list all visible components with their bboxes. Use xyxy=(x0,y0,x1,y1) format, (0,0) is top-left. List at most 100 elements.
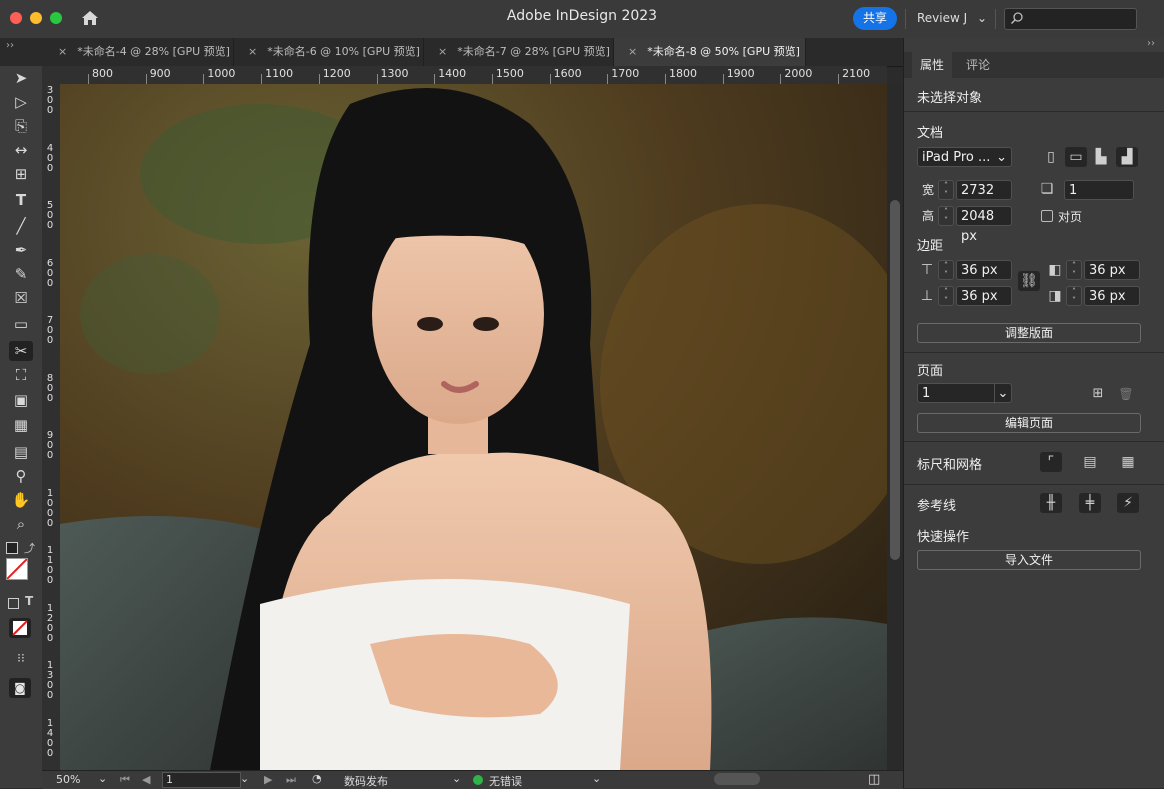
show-guides-icon[interactable]: ╫ xyxy=(1040,493,1062,513)
gradient-feather-tool-icon[interactable]: ▦ xyxy=(9,415,33,435)
expand-toolbar-icon[interactable]: ›› xyxy=(6,40,14,51)
ruler-tick xyxy=(434,74,436,84)
next-page-icon[interactable]: ▶ xyxy=(264,773,272,786)
eyedropper-tool-icon[interactable]: ⚲ xyxy=(9,466,33,486)
horizontal-scroll-thumb[interactable] xyxy=(714,773,760,785)
apply-none-icon[interactable] xyxy=(9,618,31,638)
swap-colors-icon[interactable]: ⤴ xyxy=(24,540,35,556)
close-tab-icon[interactable]: × xyxy=(58,45,67,58)
chevron-down-icon[interactable]: ⌄ xyxy=(592,772,601,785)
document-canvas[interactable] xyxy=(60,84,887,770)
width-field[interactable]: 2732 px xyxy=(956,180,1012,218)
direct-selection-tool-icon[interactable]: ▷ xyxy=(9,92,33,112)
formatting-container-icon[interactable] xyxy=(8,598,19,609)
previous-page-icon[interactable]: ◀ xyxy=(142,773,150,786)
divider xyxy=(995,9,996,29)
margin-bottom-field[interactable]: 36 px xyxy=(956,286,1012,306)
margin-outside-stepper[interactable]: ˄ ˅ xyxy=(1066,286,1082,306)
formatting-text-icon[interactable]: T xyxy=(25,594,33,608)
tab-untitled-6[interactable]: × *未命名-6 @ 10% [GPU 预览] xyxy=(234,38,424,66)
zoom-tool-icon[interactable]: ⌕ xyxy=(9,514,33,534)
chevron-down-icon[interactable]: ⌄ xyxy=(98,772,107,785)
close-tab-icon[interactable]: × xyxy=(438,45,447,58)
rectangle-frame-tool-icon[interactable]: ☒ xyxy=(9,288,33,308)
gap-tool-icon[interactable]: ↔ xyxy=(9,140,33,160)
horizontal-ruler[interactable]: 800 900 1000 1100 1200 1300 1400 1500 1600 1700 18… xyxy=(42,66,887,85)
tab-untitled-7[interactable]: × *未命名-7 @ 28% [GPU 预览] xyxy=(424,38,614,66)
margin-inside-field[interactable]: 36 px xyxy=(1084,260,1140,280)
link-margins-icon[interactable]: ⛓ xyxy=(1018,271,1040,291)
add-page-icon[interactable]: ⊞ xyxy=(1087,384,1109,404)
tab-untitled-8[interactable]: × *未命名-8 @ 50% [GPU 预览] xyxy=(614,38,806,66)
height-field[interactable]: 2048 px xyxy=(956,206,1012,244)
line-tool-icon[interactable]: ╱ xyxy=(9,216,33,236)
pen-tool-icon[interactable]: ✒ xyxy=(9,240,33,260)
document-grid-icon[interactable]: ▦ xyxy=(1117,452,1139,472)
default-colors-icon[interactable] xyxy=(6,542,18,554)
import-file-button[interactable]: 导入文件 xyxy=(917,550,1141,570)
free-transform-tool-icon[interactable]: ⛶ xyxy=(9,365,33,385)
last-page-icon[interactable]: ⏭ xyxy=(286,773,296,787)
divider xyxy=(904,352,1164,353)
ruler-toggle-icon[interactable]: ⌜ xyxy=(1040,452,1062,472)
screen-mode-icon[interactable]: ⁝⁝ xyxy=(9,648,33,668)
share-button[interactable]: 共享 xyxy=(853,7,897,30)
height-stepper[interactable]: ˄ ˅ xyxy=(938,206,954,226)
adjust-layout-button[interactable]: 调整版面 xyxy=(917,323,1141,343)
facing-pages-checkbox[interactable] xyxy=(1041,210,1053,222)
hand-tool-icon[interactable]: ✋ xyxy=(9,490,33,510)
selection-tool-icon[interactable]: ➤ xyxy=(9,68,33,88)
zoom-level[interactable]: 50% xyxy=(56,773,80,786)
chevron-down-icon[interactable]: ⌄ xyxy=(240,772,249,785)
fill-swatch[interactable] xyxy=(6,558,28,580)
scissors-tool-icon[interactable]: ✂ xyxy=(9,341,33,361)
open-page-icon[interactable]: ◔ xyxy=(312,772,322,785)
page-tool-icon[interactable]: ⎘ xyxy=(9,116,33,136)
ruler-label: 1100 xyxy=(46,545,54,586)
margin-inside-stepper[interactable]: ˄ ˅ xyxy=(1066,260,1082,280)
width-stepper[interactable]: ˄ ˅ xyxy=(938,180,954,200)
preview-mode-icon[interactable]: ◙ xyxy=(9,678,31,698)
binding-right-icon[interactable]: ▟ xyxy=(1116,147,1138,167)
review-menu[interactable]: Review J ⌄ xyxy=(917,11,987,25)
page-select[interactable]: 1 ⌄ xyxy=(917,383,1012,404)
vertical-ruler[interactable]: 300 400 500 600 700 800 900 1000 1100 1200 1300 140… xyxy=(42,84,61,770)
split-view-icon[interactable]: ◫ xyxy=(868,772,880,787)
pages-count-field[interactable]: 1 xyxy=(1064,180,1134,200)
title-bar: Adobe InDesign 2023 共享 Review J ⌄ xyxy=(0,0,1164,39)
ruler-label: 1500 xyxy=(495,67,524,80)
margin-outside-field[interactable]: 36 px xyxy=(1084,286,1140,306)
binding-left-icon[interactable]: ▙ xyxy=(1090,147,1112,167)
margin-top-stepper[interactable]: ˄ ˅ xyxy=(938,260,954,280)
first-page-icon[interactable]: ⏮ xyxy=(120,773,130,787)
edit-page-button[interactable]: 编辑页面 xyxy=(917,413,1141,433)
margin-bottom-stepper[interactable]: ˄ ˅ xyxy=(938,286,954,306)
type-tool-icon[interactable]: T xyxy=(9,190,33,210)
preflight-profile[interactable]: 数码发布 xyxy=(344,773,388,789)
chevron-down-icon[interactable]: ⌄ xyxy=(452,772,461,785)
tab-properties[interactable]: 属性 xyxy=(912,52,952,78)
orientation-landscape-icon[interactable]: ▭ xyxy=(1065,147,1087,167)
gradient-swatch-tool-icon[interactable]: ▣ xyxy=(9,390,33,410)
tab-comments[interactable]: 评论 xyxy=(958,52,998,78)
content-collector-icon[interactable]: ⊞ xyxy=(9,164,33,184)
page-number-field[interactable]: 1 xyxy=(162,772,241,788)
vertical-scroll-thumb[interactable] xyxy=(890,200,900,560)
margin-top-icon: ⊤ xyxy=(920,262,934,278)
tab-untitled-4[interactable]: × *未命名-4 @ 28% [GPU 预览] xyxy=(44,38,234,66)
collapse-panel-icon[interactable]: ›› xyxy=(1147,38,1155,49)
note-tool-icon[interactable]: ▤ xyxy=(9,442,33,462)
orientation-portrait-icon[interactable]: ▯ xyxy=(1040,147,1062,167)
guides-heading: 参考线 xyxy=(917,499,957,514)
search-input[interactable] xyxy=(1004,8,1137,30)
rectangle-tool-icon[interactable]: ▭ xyxy=(9,314,33,334)
delete-page-icon[interactable]: 🗑 xyxy=(1115,384,1137,404)
close-tab-icon[interactable]: × xyxy=(248,45,257,58)
close-tab-icon[interactable]: × xyxy=(628,45,637,58)
margin-top-field[interactable]: 36 px xyxy=(956,260,1012,280)
baseline-grid-icon[interactable]: ▤ xyxy=(1079,452,1101,472)
pencil-tool-icon[interactable]: ✎ xyxy=(9,264,33,284)
lock-guides-icon[interactable]: ╪ xyxy=(1079,493,1101,513)
smart-guides-icon[interactable]: ⚡ xyxy=(1117,493,1139,513)
document-preset-select[interactable]: iPad Pro ... ⌄ xyxy=(917,147,1012,167)
